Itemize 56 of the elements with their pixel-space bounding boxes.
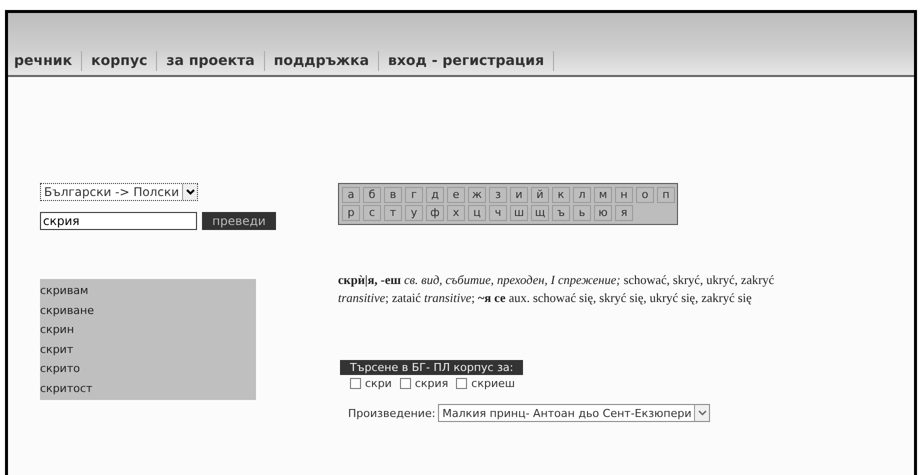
nav-tab[interactable]: за проекта xyxy=(157,51,265,71)
letter-key[interactable]: т xyxy=(384,205,402,221)
checkbox-label[interactable]: скрия xyxy=(414,377,448,390)
work-select[interactable]: Малкия принц- Антоан дьо Сент-Екзюпери xyxy=(438,404,710,422)
language-select[interactable]: Български -> Полски xyxy=(40,183,198,201)
work-label: Произведение: xyxy=(348,406,436,420)
suggestion-item[interactable]: скрин xyxy=(40,320,256,340)
letter-key[interactable]: с xyxy=(363,205,381,221)
letter-key[interactable]: л xyxy=(573,187,591,203)
letter-key[interactable]: ж xyxy=(468,187,486,203)
letter-key[interactable]: д xyxy=(426,187,444,203)
letter-key[interactable]: а xyxy=(342,187,360,203)
letter-key[interactable]: ч xyxy=(489,205,507,221)
suggestion-item[interactable]: скриване xyxy=(40,300,256,320)
letter-key[interactable]: е xyxy=(447,187,465,203)
letter-key[interactable]: п xyxy=(657,187,675,203)
checkbox[interactable] xyxy=(350,378,361,389)
letter-key[interactable]: ь xyxy=(573,205,591,221)
suggestion-item[interactable]: скритост xyxy=(40,378,256,398)
nav-tab[interactable]: вход - регистрация xyxy=(379,51,554,71)
letter-key[interactable]: ю xyxy=(594,205,612,221)
letter-key[interactable]: ш xyxy=(510,205,528,221)
letter-key[interactable]: о xyxy=(636,187,654,203)
letter-key[interactable]: б xyxy=(363,187,381,203)
definition-text: скрѝ|я, -еш св. вид, събитие, преходен, I спрежение; schować, skryć, ukryć, zakryć transitive; zataić transitive; ~я се aux. schować się, skryć się, ukryć się, zakryć się xyxy=(338,272,776,307)
letter-key[interactable]: я xyxy=(615,205,633,221)
suggestion-item[interactable]: скривам xyxy=(40,281,256,300)
letter-key[interactable]: ц xyxy=(468,205,486,221)
corpus-search-title: Търсене в БГ- ПЛ корпус за: xyxy=(340,360,524,375)
letter-key[interactable]: г xyxy=(405,187,423,203)
suggestion-item[interactable]: скрит xyxy=(40,340,256,359)
caret-icon xyxy=(694,405,710,421)
letter-key[interactable]: в xyxy=(384,187,402,203)
nav-tab[interactable]: поддръжка xyxy=(264,51,380,71)
nav-tab[interactable]: корпус xyxy=(82,51,158,71)
letter-key[interactable]: у xyxy=(405,205,423,221)
letter-key[interactable]: м xyxy=(594,187,612,203)
checkbox-label[interactable]: скриеш xyxy=(471,377,515,390)
letter-key[interactable]: х xyxy=(447,205,465,221)
letter-key[interactable]: з xyxy=(489,187,507,203)
checkbox[interactable] xyxy=(456,378,468,389)
checkbox[interactable] xyxy=(400,378,411,389)
letter-key[interactable]: н xyxy=(615,187,633,203)
translate-button[interactable]: преведи xyxy=(202,212,276,230)
nav-tab[interactable]: речник xyxy=(12,51,82,71)
letter-key[interactable]: ъ xyxy=(552,205,570,221)
suggestion-item[interactable]: скрито xyxy=(40,359,256,378)
letter-key[interactable]: и xyxy=(510,187,528,203)
letter-key[interactable]: ф xyxy=(426,205,444,221)
letter-key[interactable]: щ xyxy=(531,205,549,221)
letter-key[interactable]: к xyxy=(552,187,570,203)
search-field[interactable]: скрия xyxy=(40,212,197,230)
caret-icon xyxy=(182,184,197,200)
letter-key[interactable]: р xyxy=(342,205,360,221)
checkbox-label[interactable]: скри xyxy=(365,377,392,390)
letter-key[interactable]: й xyxy=(531,187,549,203)
